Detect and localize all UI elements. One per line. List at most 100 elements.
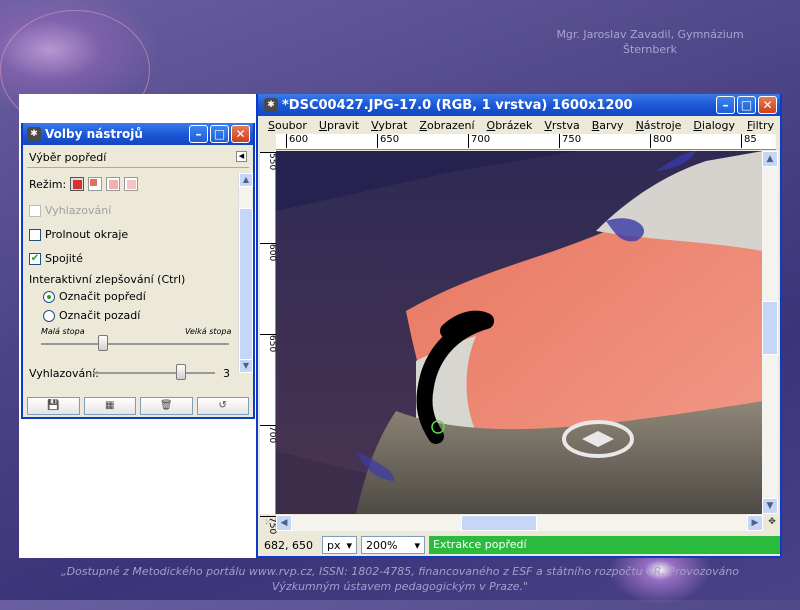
mark-bg-radio[interactable] bbox=[43, 309, 55, 322]
mode-intersect-icon[interactable] bbox=[124, 177, 139, 191]
mode-subtract-icon[interactable] bbox=[106, 177, 121, 191]
scroll-thumb[interactable] bbox=[239, 208, 253, 368]
large-stroke-label: Velká stopa bbox=[185, 327, 232, 336]
menu-soubor[interactable]: Soubor bbox=[262, 119, 313, 132]
menu-obrázek[interactable]: Obrázek bbox=[481, 119, 539, 132]
divider bbox=[27, 167, 249, 168]
stroke-slider-track bbox=[41, 343, 229, 345]
feather-checkbox[interactable] bbox=[29, 228, 41, 241]
mark-bg-row[interactable]: Označit pozadí bbox=[43, 309, 140, 322]
ruler-tick: 750 bbox=[559, 134, 581, 148]
ruler-tick: 700 bbox=[468, 134, 490, 148]
gimp-icon: ✱ bbox=[27, 127, 41, 141]
author-line-1: Mgr. Jaroslav Zavadil, Gymnázium bbox=[556, 28, 744, 41]
stroke-slider[interactable] bbox=[98, 335, 109, 351]
minimize-button[interactable]: – bbox=[716, 96, 735, 114]
smoothing-slider[interactable] bbox=[175, 364, 186, 380]
mode-add-icon[interactable] bbox=[88, 177, 103, 191]
ruler-tick: 650 bbox=[377, 134, 399, 148]
menu-vybrat[interactable]: Vybrat bbox=[365, 119, 413, 132]
unit-select[interactable]: px ▾ bbox=[322, 536, 358, 554]
chevron-down-icon: ▾ bbox=[414, 538, 421, 552]
close-button[interactable]: ✕ bbox=[758, 96, 777, 114]
scroll-up-icon[interactable]: ▲ bbox=[762, 151, 778, 167]
mode-label: Režim: bbox=[29, 177, 67, 191]
tool-section-title: Výběr popředí bbox=[29, 151, 107, 164]
ruler-tick: 600 bbox=[286, 134, 308, 148]
menu-dialogy[interactable]: Dialogy bbox=[687, 119, 741, 132]
gimp-icon: ✱ bbox=[264, 98, 278, 112]
minimize-button[interactable]: – bbox=[189, 125, 208, 143]
smoothing-row: Vyhlazování: bbox=[29, 367, 99, 380]
image-vscrollbar[interactable]: ▲ ▼ bbox=[762, 151, 778, 514]
ruler-tick: 650 bbox=[260, 334, 277, 352]
close-button[interactable]: ✕ bbox=[231, 125, 250, 143]
image-title: *DSC00427.JPG-17.0 (RGB, 1 vrstva) 1600x… bbox=[282, 97, 633, 113]
hscroll-thumb[interactable] bbox=[461, 515, 537, 531]
mode-row: Režim: bbox=[29, 177, 139, 191]
antialias-label: Vyhlazování bbox=[45, 204, 112, 217]
vertical-ruler[interactable]: 550 600 650 700 750 bbox=[260, 152, 277, 534]
scroll-down-icon[interactable]: ▼ bbox=[762, 498, 778, 514]
maximize-button[interactable]: □ bbox=[210, 125, 229, 143]
status-bar: 682, 650 px ▾ 200% ▾ Extrakce popředí bbox=[260, 534, 780, 556]
footer-line-1: „Dostupné z Metodického portálu www.rvp.… bbox=[60, 565, 740, 578]
author-text: Mgr. Jaroslav Zavadil, Gymnázium Šternbe… bbox=[520, 27, 780, 57]
scroll-down-icon[interactable]: ▼ bbox=[239, 359, 253, 373]
mode-replace-icon[interactable] bbox=[70, 177, 85, 191]
delete-options-button[interactable]: 🗑 bbox=[140, 397, 193, 415]
image-titlebar[interactable]: ✱ *DSC00427.JPG-17.0 (RGB, 1 vrstva) 160… bbox=[258, 94, 780, 116]
scroll-up-icon[interactable]: ▲ bbox=[239, 173, 253, 187]
contiguous-checkbox[interactable]: ✔ bbox=[29, 252, 41, 265]
maximize-button[interactable]: □ bbox=[737, 96, 756, 114]
scroll-right-icon[interactable]: ▶ bbox=[747, 515, 763, 531]
tool-scrollbar[interactable]: ▲ ▼ bbox=[238, 173, 253, 373]
menu-barvy[interactable]: Barvy bbox=[586, 119, 630, 132]
tool-options-titlebar[interactable]: ✱ Volby nástrojů – □ ✕ bbox=[23, 123, 253, 145]
refine-label: Interaktivní zlepšování (Ctrl) bbox=[29, 273, 186, 286]
zoom-select[interactable]: 200% ▾ bbox=[361, 536, 426, 554]
tool-footer: 💾 ▦ 🗑 ↺ bbox=[23, 395, 253, 417]
contiguous-row[interactable]: ✔ Spojité bbox=[29, 252, 83, 265]
small-stroke-label: Malá stopa bbox=[41, 327, 85, 336]
menu-vrstva[interactable]: Vrstva bbox=[538, 119, 585, 132]
refine-row: Interaktivní zlepšování (Ctrl) bbox=[29, 273, 185, 286]
menu-upravit[interactable]: Upravit bbox=[313, 119, 365, 132]
author-line-2: Šternberk bbox=[622, 43, 677, 56]
chevron-down-icon: ▾ bbox=[346, 538, 353, 552]
image-hscrollbar[interactable]: ◀ ▶ bbox=[276, 515, 763, 531]
footer-line-2: Výzkumným ústavem pedagogickým v Praze." bbox=[271, 580, 529, 593]
ruler-tick: 600 bbox=[260, 243, 277, 261]
vscroll-thumb[interactable] bbox=[762, 301, 778, 355]
menu-filtry[interactable]: Filtry bbox=[741, 119, 780, 132]
horizontal-ruler[interactable]: 600 650 700 750 800 85 bbox=[276, 134, 776, 150]
feather-label: Prolnout okraje bbox=[45, 228, 129, 241]
menu-nástroje[interactable]: Nástroje bbox=[630, 119, 688, 132]
pointer-coords: 682, 650 bbox=[264, 538, 313, 552]
feather-row[interactable]: Prolnout okraje bbox=[29, 228, 128, 241]
ruler-tick: 550 bbox=[260, 152, 277, 170]
smoothing-value: 3 bbox=[223, 367, 230, 380]
restore-options-button[interactable]: ▦ bbox=[83, 397, 136, 415]
panel-menu-icon[interactable]: ◀ bbox=[236, 151, 247, 162]
mark-fg-row[interactable]: Označit popředí bbox=[43, 290, 146, 303]
antialias-row[interactable]: Vyhlazování bbox=[29, 204, 111, 217]
mark-fg-label: Označit popředí bbox=[59, 290, 146, 303]
mark-bg-label: Označit pozadí bbox=[59, 309, 141, 322]
mark-fg-radio[interactable] bbox=[43, 290, 55, 303]
image-window: ✱ *DSC00427.JPG-17.0 (RGB, 1 vrstva) 160… bbox=[256, 94, 782, 558]
tool-options-window: ✱ Volby nástrojů – □ ✕ Výběr popředí ◀ R… bbox=[21, 123, 255, 419]
navigate-icon[interactable]: ✥ bbox=[764, 515, 780, 531]
reset-options-button[interactable]: ↺ bbox=[196, 397, 249, 415]
antialias-checkbox[interactable] bbox=[29, 204, 41, 217]
image-canvas[interactable] bbox=[276, 151, 763, 514]
footer-text: „Dostupné z Metodického portálu www.rvp.… bbox=[40, 564, 760, 594]
contiguous-label: Spojité bbox=[45, 252, 83, 265]
scroll-left-icon[interactable]: ◀ bbox=[276, 515, 292, 531]
zoom-value: 200% bbox=[366, 538, 398, 552]
tool-options-body: Výběr popředí ◀ Režim: Vyhlazování Proln… bbox=[23, 145, 253, 395]
menu-bar: Soubor Upravit Vybrat Zobrazení Obrázek Vrstv… bbox=[258, 116, 780, 134]
quick-mask-icon[interactable]: ⁙ bbox=[260, 515, 276, 531]
menu-zobrazení[interactable]: Zobrazení bbox=[413, 119, 480, 132]
save-options-button[interactable]: 💾 bbox=[27, 397, 80, 415]
